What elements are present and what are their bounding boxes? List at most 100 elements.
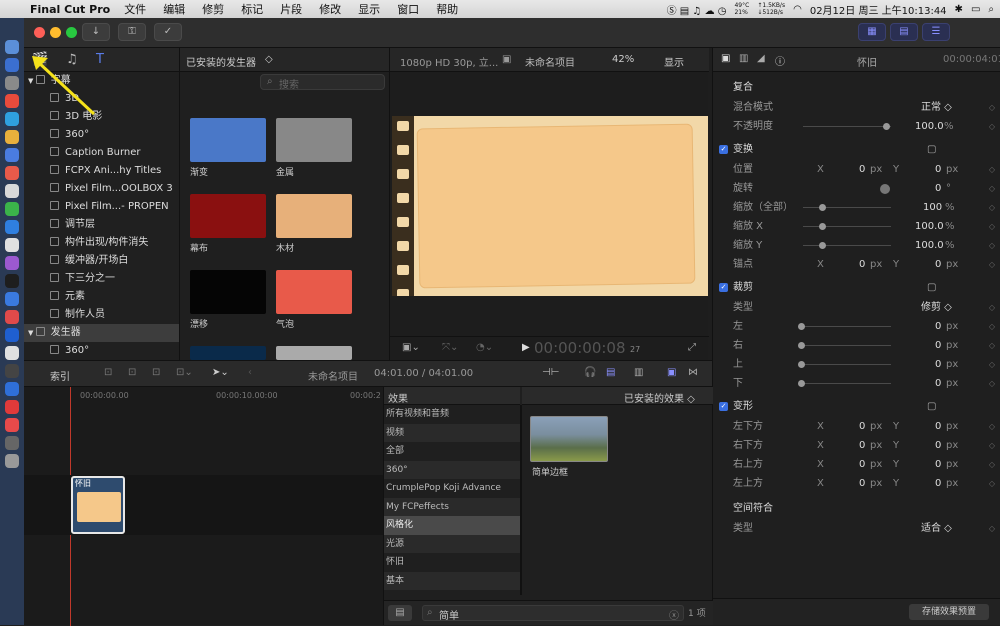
keyframe-button-icon[interactable]: ◇ (989, 317, 995, 336)
info-tab-icon[interactable]: ⓘ (775, 53, 785, 68)
back-icon[interactable]: ‹ (248, 367, 252, 378)
show-timeline-button[interactable]: ▤ (890, 23, 918, 41)
disclosure-triangle-icon[interactable]: ▼ (28, 329, 36, 337)
param-value[interactable]: 0 (859, 417, 865, 436)
play-icon[interactable]: ▶ (522, 342, 530, 353)
keyframe-button-icon[interactable]: ◇ (989, 255, 995, 274)
menu-clip[interactable]: 片段 (280, 1, 302, 17)
inspector-section-header[interactable]: ✓ 变换 ▢ (713, 140, 1000, 159)
slider-knob[interactable] (798, 361, 805, 368)
sidebar-category[interactable]: ▼ 发生器 (24, 324, 179, 342)
menu-file[interactable]: 文件 (124, 1, 146, 17)
dock-app-icon[interactable] (5, 274, 19, 288)
index-button[interactable]: 索引 (50, 368, 70, 383)
installed-effects-dropdown[interactable]: 已安装的效果 ◇ (624, 390, 695, 405)
param-value[interactable]: 0 (935, 417, 941, 436)
dock-app-icon[interactable] (5, 58, 19, 72)
dock-app-icon[interactable] (5, 328, 19, 342)
connect-icon[interactable]: ⊡ (104, 367, 112, 378)
clip-appearance-icon[interactable]: ▥ (634, 367, 643, 378)
effect-category-item[interactable]: My FCPeffects (384, 497, 520, 516)
sidebar-item[interactable]: 制作人员 (24, 306, 179, 324)
minimize-window-button[interactable] (50, 27, 61, 38)
enable-checkbox[interactable]: ✓ (719, 402, 728, 411)
enable-checkbox[interactable]: ✓ (719, 283, 728, 292)
save-preset-button[interactable]: 存储效果预置 (909, 604, 989, 620)
show-inspector-button[interactable]: ☰ (922, 23, 950, 41)
clock[interactable]: 02月12日 周三 上午10:13:44 (810, 2, 947, 17)
search-input[interactable]: ⌕ 搜索 (260, 74, 385, 91)
keyframe-button-icon[interactable]: ◇ (989, 160, 995, 179)
dock-app-icon[interactable] (5, 256, 19, 270)
format-label[interactable]: 1080p HD 30p, 立... (400, 54, 498, 69)
slider-knob[interactable] (819, 204, 826, 211)
effect-category-item[interactable]: 所有视频和音频 (384, 405, 520, 424)
effect-category-item[interactable]: 基本 (384, 571, 520, 590)
color-tab-icon[interactable]: ◢ (757, 53, 765, 64)
param-value[interactable]: 0 (935, 374, 941, 393)
append-icon[interactable]: ⊡ (152, 367, 160, 378)
installed-generators-dropdown[interactable]: 已安装的发生器 (186, 54, 256, 69)
dock-app-icon[interactable] (5, 238, 19, 252)
param-slider[interactable] (803, 226, 891, 227)
speed-icon[interactable]: ◔⌄ (476, 342, 493, 353)
keyframe-button-icon[interactable]: ◇ (989, 236, 995, 255)
view-options-icon[interactable]: ▣⌄ (402, 342, 420, 353)
dock-app-icon[interactable] (5, 364, 19, 378)
clear-search-icon[interactable]: ⓧ (669, 607, 679, 622)
dock-app-icon[interactable] (5, 220, 19, 234)
sidebar-item[interactable]: Caption Burner (24, 144, 179, 162)
timeline-tracks[interactable]: 00:00:00.00 00:00:10.00:00 00:00:2 怀旧 (24, 387, 383, 626)
effect-category-item[interactable]: 风格化 (384, 516, 520, 535)
menu-trim[interactable]: 修剪 (202, 1, 224, 17)
keywords-button[interactable]: ⚿ (118, 23, 146, 41)
param-slider[interactable] (803, 326, 891, 327)
overwrite-icon[interactable]: ⊡⌄ (176, 367, 193, 378)
param-value[interactable]: 0 (935, 455, 941, 474)
sidebar-item[interactable]: 360° (24, 126, 179, 144)
sidebar-item[interactable]: FCPX Ani...hy Titles (24, 162, 179, 180)
dock-app-icon[interactable] (5, 436, 19, 450)
keyframe-button-icon[interactable]: ◇ (989, 298, 995, 317)
slider-knob[interactable] (819, 223, 826, 230)
keyframe-button-icon[interactable]: ◇ (989, 117, 995, 136)
viewer-settings-icon[interactable]: ▣ (502, 54, 511, 65)
dock-app-icon[interactable] (5, 400, 19, 414)
slider-knob[interactable] (798, 342, 805, 349)
wifi-icon[interactable]: ◠ (793, 4, 802, 15)
param-value[interactable]: 100.0 (915, 117, 944, 136)
slider-knob[interactable] (798, 380, 805, 387)
sidebar-item[interactable]: 调节层 (24, 216, 179, 234)
inspector-section-header[interactable]: ✓ 变形 ▢ (713, 397, 1000, 416)
menu-view[interactable]: 显示 (358, 1, 380, 17)
param-slider[interactable] (803, 364, 891, 365)
param-slider[interactable] (803, 126, 891, 127)
menu-mark[interactable]: 标记 (241, 1, 263, 17)
generator-thumbnail[interactable] (190, 270, 266, 314)
param-value[interactable]: 0 (935, 436, 941, 455)
dock-app-icon[interactable] (5, 76, 19, 90)
battery-icon[interactable]: ▭ (971, 4, 980, 15)
dock-app-icon[interactable] (5, 310, 19, 324)
param-value[interactable]: 0 (935, 336, 941, 355)
keyframe-button-icon[interactable]: ◇ (989, 519, 995, 538)
keyframe-button-icon[interactable]: ◇ (989, 417, 995, 436)
dock-app-icon[interactable] (5, 202, 19, 216)
inspector-section-header[interactable]: ✓ 裁剪 ▢ (713, 278, 1000, 297)
dock-app-icon[interactable] (5, 148, 19, 162)
timecode-display[interactable]: 00:00:00:08 (534, 339, 626, 357)
insert-icon[interactable]: ⊡ (128, 367, 136, 378)
trash-icon[interactable] (5, 454, 19, 468)
inspector-section-header[interactable]: 空间符合 (713, 499, 1000, 518)
effect-category-item[interactable]: 全部 (384, 442, 520, 461)
param-value[interactable]: 100.0 (915, 236, 944, 255)
effect-thumbnail[interactable] (530, 416, 608, 462)
generator-thumbnail[interactable] (190, 194, 266, 238)
param-slider[interactable] (803, 245, 891, 246)
param-value[interactable]: 适合 ◇ (921, 519, 952, 538)
sidebar-item[interactable]: 元素 (24, 288, 179, 306)
param-value[interactable]: 正常 ◇ (921, 98, 952, 117)
effect-category-item[interactable]: 360° (384, 460, 520, 479)
zoom-window-button[interactable] (66, 27, 77, 38)
param-value[interactable]: 0 (859, 436, 865, 455)
